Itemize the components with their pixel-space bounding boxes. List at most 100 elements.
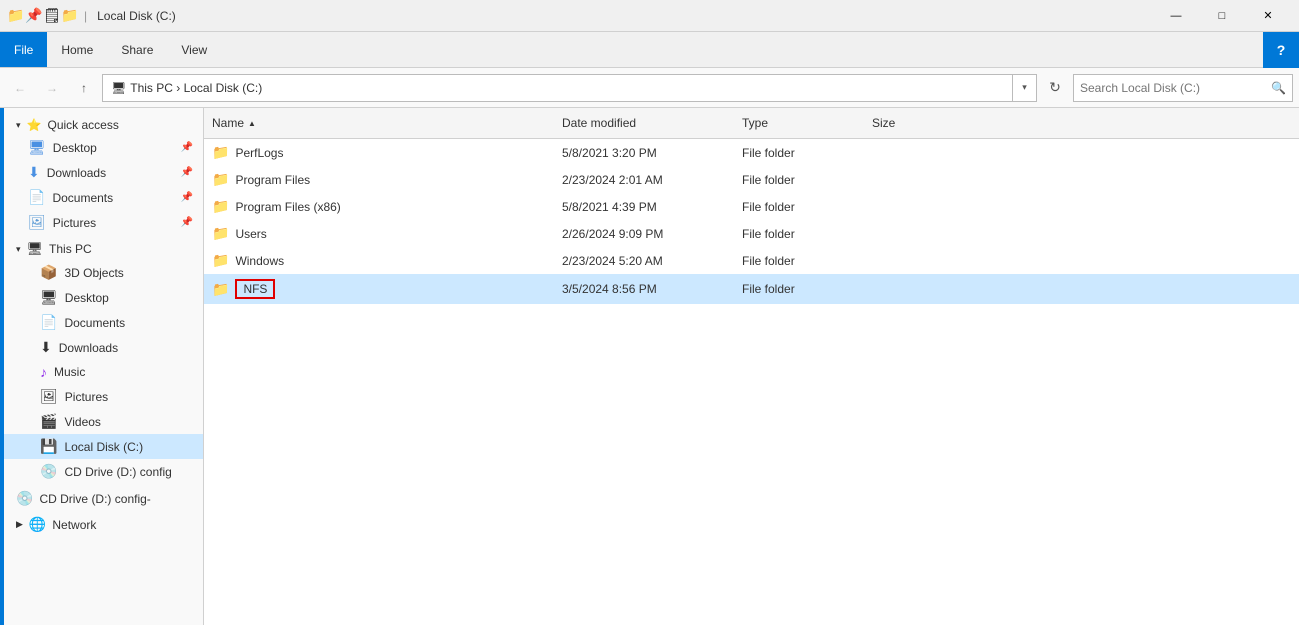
quick-access-label: Quick access [47, 118, 118, 132]
file-size [864, 249, 964, 272]
sidebar-item-desktop[interactable]: 🖥 Desktop 📌 [4, 135, 203, 160]
address-path-text: This PC › Local Disk (C:) [130, 81, 262, 95]
file-type: File folder [734, 195, 864, 218]
sidebar: ▾ ⭐ Quick access 🖥 Desktop 📌 ⬇ Downloads… [4, 108, 204, 625]
downloads2-icon: ⬇ [40, 339, 52, 356]
menu-bar: File Home Share View ? [0, 32, 1299, 68]
file-name-nfs: NFS [235, 279, 275, 299]
title-doc-icon[interactable]: 🗒 [44, 8, 60, 24]
main-container: ▾ ⭐ Quick access 🖥 Desktop 📌 ⬇ Downloads… [0, 108, 1299, 625]
sidebar-item-cd-drive1[interactable]: 💿 CD Drive (D:) config [4, 459, 203, 484]
3d-objects-icon: 📦 [40, 264, 57, 281]
up-button[interactable]: ↑ [70, 74, 98, 102]
sidebar-item-desktop2[interactable]: 🖥 Desktop [4, 285, 203, 310]
tab-share[interactable]: Share [107, 32, 167, 67]
title-pin-icon[interactable]: 📌 [26, 8, 42, 24]
pin-icon-downloads: 📌 [181, 167, 193, 178]
file-row-windows[interactable]: 📁 Windows 2/23/2024 5:20 AM File folder [204, 247, 1299, 274]
file-row-users[interactable]: 📁 Users 2/26/2024 9:09 PM File folder [204, 220, 1299, 247]
file-size [864, 168, 964, 191]
sidebar-item-pictures2-label: Pictures [65, 390, 108, 404]
sidebar-item-documents2[interactable]: 📄 Documents [4, 310, 203, 335]
sidebar-network-section[interactable]: ▶ 🌐 Network [4, 510, 203, 536]
network-label: Network [52, 518, 96, 532]
address-dropdown[interactable]: ▾ [1013, 74, 1037, 102]
file-date: 5/8/2021 3:20 PM [554, 141, 734, 164]
file-date: 2/23/2024 2:01 AM [554, 168, 734, 191]
folder-icon: 📁 [212, 198, 229, 215]
sidebar-item-music[interactable]: ♪ Music [4, 360, 203, 384]
sidebar-item-documents[interactable]: 📄 Documents 📌 [4, 185, 203, 210]
file-name-cell-nfs: 📁 NFS [204, 276, 554, 302]
col-header-name[interactable]: Name ▲ [204, 112, 554, 134]
file-date: 2/23/2024 5:20 AM [554, 249, 734, 272]
title-bar: 📁 📌 🗒 📁 | Local Disk (C:) — □ ✕ [0, 0, 1299, 32]
file-name-cell: 📁 Program Files (x86) [204, 195, 554, 218]
forward-button[interactable]: → [38, 74, 66, 102]
pin-icon-pictures: 📌 [181, 217, 193, 228]
file-row-program-files-x86[interactable]: 📁 Program Files (x86) 5/8/2021 4:39 PM F… [204, 193, 1299, 220]
sidebar-item-local-disk-label: Local Disk (C:) [64, 440, 143, 454]
title-bar-icons: 📁 📌 🗒 📁 | [8, 8, 91, 24]
minimize-button[interactable]: — [1153, 0, 1199, 32]
title-bar-controls: — □ ✕ [1153, 0, 1291, 32]
address-path[interactable]: 🖥 This PC › Local Disk (C:) [102, 74, 1013, 102]
address-bar: ← → ↑ 🖥 This PC › Local Disk (C:) ▾ ↻ 🔍 [0, 68, 1299, 108]
col-size-label: Size [872, 116, 895, 130]
file-size [864, 141, 964, 164]
tab-file[interactable]: File [0, 32, 47, 67]
file-type: File folder [734, 141, 864, 164]
sidebar-item-pictures[interactable]: 🖼 Pictures 📌 [4, 210, 203, 235]
back-button[interactable]: ← [6, 74, 34, 102]
file-name: Program Files (x86) [235, 200, 340, 214]
help-button[interactable]: ? [1263, 32, 1299, 68]
quick-access-star-icon: ⭐ [27, 118, 42, 132]
sidebar-item-3d-objects[interactable]: 📦 3D Objects [4, 260, 203, 285]
sidebar-item-downloads2[interactable]: ⬇ Downloads [4, 335, 203, 360]
col-type-label: Type [742, 116, 768, 130]
file-date: 2/26/2024 9:09 PM [554, 222, 734, 245]
search-input[interactable] [1080, 81, 1271, 95]
sidebar-cd-drive-section[interactable]: 💿 CD Drive (D:) config- [4, 484, 203, 510]
folder-icon: 📁 [212, 171, 229, 188]
pin-icon: 📌 [181, 142, 193, 153]
tab-home[interactable]: Home [47, 32, 107, 67]
this-pc-label: This PC [49, 242, 92, 256]
downloads-icon: ⬇ [28, 164, 40, 181]
local-disk-icon: 💾 [40, 438, 57, 455]
sidebar-item-downloads[interactable]: ⬇ Downloads 📌 [4, 160, 203, 185]
sidebar-item-documents-label: Documents [52, 191, 113, 205]
file-row-nfs[interactable]: 📁 NFS 3/5/2024 8:56 PM File folder [204, 274, 1299, 304]
pictures-icon: 🖼 [28, 214, 46, 231]
col-header-date[interactable]: Date modified [554, 112, 734, 134]
file-type-nfs: File folder [734, 276, 864, 302]
sidebar-item-pictures2[interactable]: 🖼 Pictures [4, 384, 203, 409]
title-folder2-icon[interactable]: 📁 [62, 8, 78, 24]
sidebar-item-cd-drive1-label: CD Drive (D:) config [64, 465, 171, 479]
close-button[interactable]: ✕ [1245, 0, 1291, 32]
sidebar-item-videos[interactable]: 🎬 Videos [4, 409, 203, 434]
col-header-type[interactable]: Type [734, 112, 864, 134]
folder-icon: 📁 [212, 225, 229, 242]
sidebar-item-documents2-label: Documents [64, 316, 125, 330]
sidebar-item-local-disk[interactable]: 💾 Local Disk (C:) [4, 434, 203, 459]
file-row-perflogs[interactable]: 📁 PerfLogs 5/8/2021 3:20 PM File folder [204, 139, 1299, 166]
maximize-button[interactable]: □ [1199, 0, 1245, 32]
sidebar-section-quick-access[interactable]: ▾ ⭐ Quick access [4, 112, 203, 135]
this-pc-icon: 🖥 [27, 241, 44, 257]
col-name-label: Name [212, 116, 244, 130]
file-size [864, 222, 964, 245]
col-header-size[interactable]: Size [864, 112, 964, 134]
sidebar-item-3d-label: 3D Objects [64, 266, 123, 280]
file-name-cell: 📁 Program Files [204, 168, 554, 191]
refresh-button[interactable]: ↻ [1041, 74, 1069, 102]
file-row-program-files[interactable]: 📁 Program Files 2/23/2024 2:01 AM File f… [204, 166, 1299, 193]
file-size [864, 195, 964, 218]
file-name-cell: 📁 Windows [204, 249, 554, 272]
pictures2-icon: 🖼 [40, 388, 58, 405]
desktop2-icon: 🖥 [40, 289, 58, 306]
sidebar-section-this-pc[interactable]: ▾ 🖥 This PC [4, 235, 203, 260]
chevron-right-network-icon: ▶ [16, 519, 23, 530]
tab-view[interactable]: View [167, 32, 221, 67]
file-size-nfs [864, 276, 964, 302]
